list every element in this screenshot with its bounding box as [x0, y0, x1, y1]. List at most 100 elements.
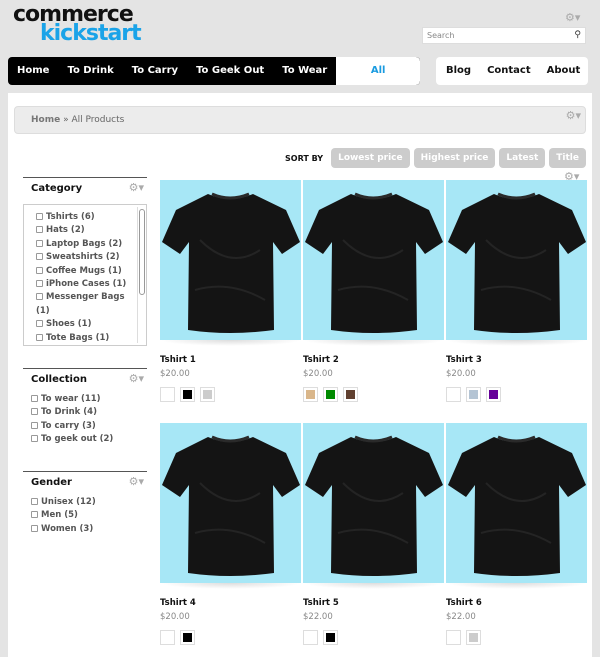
sort-highest-price[interactable]: Highest price: [413, 148, 496, 168]
filter-option[interactable]: Hats (2): [36, 224, 134, 237]
nav-blog[interactable]: Blog: [436, 57, 477, 85]
product-card[interactable]: Tshirt 6 $22.00: [446, 423, 587, 645]
filter-option[interactable]: Laptop Bags (2): [36, 238, 134, 251]
product-name[interactable]: Tshirt 4: [160, 598, 301, 608]
filter-option[interactable]: To Drink (4): [31, 406, 147, 419]
color-swatch[interactable]: [323, 630, 338, 645]
product-name[interactable]: Tshirt 3: [446, 355, 587, 365]
nav-to-drink[interactable]: To Drink: [58, 57, 122, 85]
filter-option-label: iPhone Cases (1): [46, 279, 127, 290]
checkbox[interactable]: [31, 498, 38, 505]
checkbox[interactable]: [36, 333, 43, 341]
search-input[interactable]: Search ⚲: [422, 27, 586, 44]
product-name[interactable]: Tshirt 2: [303, 355, 444, 365]
color-swatch[interactable]: [303, 387, 318, 402]
checkbox[interactable]: [36, 280, 43, 288]
product-card[interactable]: Tshirt 2 $20.00: [303, 180, 444, 402]
search-icon[interactable]: ⚲: [574, 30, 581, 40]
color-swatch[interactable]: [466, 630, 481, 645]
gear-icon[interactable]: ⚙▾: [129, 372, 144, 385]
gear-icon[interactable]: ⚙▾: [565, 11, 580, 24]
product-name[interactable]: Tshirt 5: [303, 598, 444, 608]
filter-option[interactable]: Messenger Bags (1): [36, 291, 134, 318]
product-image[interactable]: [303, 423, 444, 583]
gear-icon[interactable]: ⚙▾: [129, 475, 144, 488]
filter-option[interactable]: Tshirts (6): [36, 211, 134, 224]
filter-option[interactable]: Coffee Mugs (1): [36, 265, 134, 278]
product-card[interactable]: Tshirt 3 $20.00: [446, 180, 587, 402]
checkbox[interactable]: [31, 408, 38, 416]
color-swatch[interactable]: [180, 630, 195, 645]
product-price: $20.00: [160, 369, 190, 379]
filter-option[interactable]: Sweatshirts (2): [36, 251, 134, 264]
checkbox[interactable]: [31, 395, 38, 402]
color-swatch[interactable]: [160, 387, 175, 402]
gear-icon[interactable]: ⚙▾: [566, 109, 581, 122]
scrollbar-thumb[interactable]: [139, 209, 145, 295]
product-image[interactable]: [160, 180, 301, 340]
product-name[interactable]: Tshirt 1: [160, 355, 301, 365]
sort-latest[interactable]: Latest: [499, 148, 546, 168]
filter-option[interactable]: Men (5): [31, 509, 147, 522]
color-swatch[interactable]: [200, 387, 215, 402]
checkbox[interactable]: [31, 524, 38, 532]
filter-option[interactable]: To carry (3): [31, 420, 147, 433]
product-card[interactable]: Tshirt 5 $22.00: [303, 423, 444, 645]
nav-all-products[interactable]: All Products: [336, 57, 421, 85]
filter-option[interactable]: Shoes (1): [36, 318, 134, 331]
filter-category: Category ⚙▾ Tshirts (6) Hats (2) Laptop Bags…: [23, 177, 147, 346]
product-name[interactable]: Tshirt 6: [446, 598, 587, 608]
filter-option-label: Unisex (12): [41, 497, 96, 507]
checkbox[interactable]: [31, 511, 38, 519]
filter-option-label: To wear (11): [41, 394, 101, 404]
sort-title[interactable]: Title: [549, 148, 586, 168]
breadcrumb-home[interactable]: Home: [31, 115, 60, 125]
color-swatch[interactable]: [486, 387, 501, 402]
gear-icon[interactable]: ⚙▾: [129, 181, 144, 194]
nav-to-carry[interactable]: To Carry: [123, 57, 187, 85]
filter-option[interactable]: Travel Mugs (1): [36, 345, 134, 346]
checkbox[interactable]: [36, 239, 43, 247]
breadcrumb-current: All Products: [71, 115, 125, 125]
filter-option[interactable]: Women (3): [31, 523, 147, 536]
product-card[interactable]: Tshirt 1 $20.00: [160, 180, 301, 402]
checkbox[interactable]: [36, 226, 43, 234]
checkbox[interactable]: [36, 320, 43, 328]
nav-home[interactable]: Home: [8, 57, 58, 85]
sort-lowest-price[interactable]: Lowest price: [331, 148, 410, 168]
filter-option[interactable]: Tote Bags (1): [36, 332, 134, 345]
color-swatch[interactable]: [323, 387, 338, 402]
nav-to-geek-out[interactable]: To Geek Out: [187, 57, 273, 85]
color-swatch[interactable]: [446, 387, 461, 402]
color-swatches: [303, 387, 444, 402]
color-swatch[interactable]: [160, 630, 175, 645]
color-swatch[interactable]: [343, 387, 358, 402]
nav-to-wear[interactable]: To Wear: [273, 57, 336, 85]
filter-option[interactable]: To wear (11): [31, 393, 147, 406]
checkbox[interactable]: [36, 253, 43, 261]
color-swatch[interactable]: [466, 387, 481, 402]
image-shadow: [160, 583, 301, 589]
logo[interactable]: commerce kickstart: [13, 4, 142, 45]
product-image[interactable]: [446, 423, 587, 583]
color-swatch[interactable]: [446, 630, 461, 645]
checkbox[interactable]: [36, 213, 43, 220]
nav-about[interactable]: About: [537, 57, 587, 85]
color-swatch[interactable]: [180, 387, 195, 402]
color-swatch[interactable]: [303, 630, 318, 645]
checkbox[interactable]: [31, 421, 38, 429]
checkbox[interactable]: [36, 266, 43, 274]
product-price: $22.00: [303, 612, 333, 622]
filter-option[interactable]: Unisex (12): [31, 496, 147, 509]
product-price: $22.00: [446, 612, 476, 622]
filter-option[interactable]: iPhone Cases (1): [36, 278, 134, 291]
product-image[interactable]: [303, 180, 444, 340]
nav-contact[interactable]: Contact: [477, 57, 537, 85]
checkbox[interactable]: [36, 293, 43, 301]
filter-option[interactable]: To geek out (2): [31, 433, 147, 446]
product-card[interactable]: Tshirt 4 $20.00: [160, 423, 301, 645]
product-image[interactable]: [446, 180, 587, 340]
product-image[interactable]: [160, 423, 301, 583]
checkbox[interactable]: [31, 435, 38, 443]
scrollbar[interactable]: [137, 207, 145, 343]
